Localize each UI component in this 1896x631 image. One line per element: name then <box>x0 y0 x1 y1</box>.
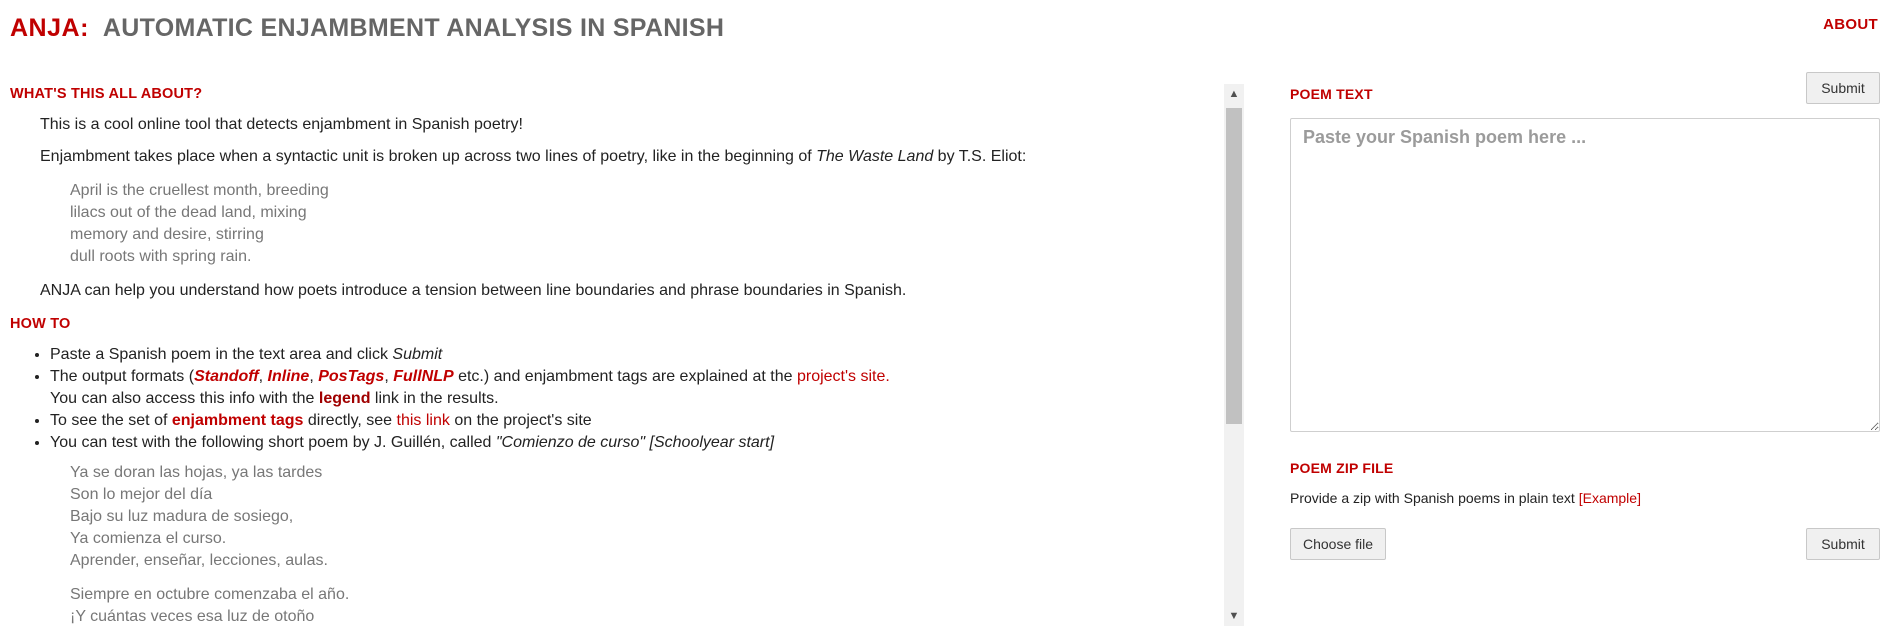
poem-title: "Comienzo de curso" [Schoolyear start] <box>495 434 775 451</box>
howto-item: Paste a Spanish poem in the text area an… <box>50 344 1210 366</box>
about-link[interactable]: ABOUT <box>1823 16 1878 33</box>
howto-text: You can also access this info with the <box>50 390 319 407</box>
brand-title: ANJA: <box>10 14 89 42</box>
verse-line: Ya se doran las hojas, ya las tardes <box>70 464 323 481</box>
info-panel: WHAT'S THIS ALL ABOUT? This is a cool on… <box>0 80 1244 626</box>
format-fullnlp: FullNLP <box>393 368 454 385</box>
howto-item: To see the set of enjambment tags direct… <box>50 410 1210 432</box>
submit-mention: Submit <box>392 346 443 363</box>
scroll-down-arrow-icon[interactable]: ▼ <box>1224 606 1244 626</box>
format-inline: Inline <box>267 368 310 385</box>
scrollbar[interactable]: ▲ ▼ <box>1224 84 1244 626</box>
eliot-verse: April is the cruellest month, breeding l… <box>70 180 1210 268</box>
verse-line: Bajo su luz madura de sosiego, <box>70 508 294 525</box>
intro-paragraph-2: Enjambment takes place when a syntactic … <box>40 146 1210 168</box>
howto-item: You can test with the following short po… <box>50 432 1210 454</box>
howto-text: directly, see <box>303 412 397 429</box>
intro-text: Enjambment takes place when a syntactic … <box>40 148 817 165</box>
header: ANJA: AUTOMATIC ENJAMBMENT ANALYSIS IN S… <box>10 14 724 54</box>
howto-text: To see the set of <box>50 412 172 429</box>
howto-list: Paste a Spanish poem in the text area an… <box>10 344 1210 454</box>
scroll-up-arrow-icon[interactable]: ▲ <box>1224 84 1244 104</box>
separator: , <box>384 368 394 385</box>
howto-text: The output formats ( <box>50 368 195 385</box>
zip-desc-text: Provide a zip with Spanish poems in plai… <box>1290 490 1579 506</box>
verse-line: Aprender, enseñar, lecciones, aulas. <box>70 552 328 569</box>
guillen-stanza-1: Ya se doran las hojas, ya las tardes Son… <box>70 462 1210 572</box>
verse-line: Ya comienza el curso. <box>70 530 227 547</box>
howto-text: You can test with the following short po… <box>50 434 496 451</box>
format-standoff: Standoff <box>194 368 259 385</box>
intro-text: by T.S. Eliot: <box>933 148 1027 165</box>
project-site-link[interactable]: project's site. <box>797 368 890 385</box>
howto-text: on the project's site <box>449 412 592 429</box>
howto-text: link in the results. <box>370 390 499 407</box>
verse-line: Son lo mejor del día <box>70 486 213 503</box>
poem-zip-label: POEM ZIP FILE <box>1290 460 1394 476</box>
howto-text: etc.) and enjambment tags are explained … <box>453 368 797 385</box>
separator: , <box>309 368 319 385</box>
submit-text-button[interactable]: Submit <box>1806 72 1880 104</box>
enjambment-tags-mention: enjambment tags <box>171 412 304 429</box>
intro-paragraph-1: This is a cool online tool that detects … <box>40 116 523 133</box>
verse-line: April is the cruellest month, breeding <box>70 182 329 199</box>
separator: , <box>258 368 268 385</box>
howto-title: HOW TO <box>10 316 71 332</box>
poem-textarea[interactable] <box>1290 118 1880 432</box>
tags-link[interactable]: this link <box>397 412 450 429</box>
format-postags: PosTags <box>318 368 385 385</box>
legend-mention: legend <box>318 390 371 407</box>
howto-text: Paste a Spanish poem in the text area an… <box>50 346 393 363</box>
intro-paragraph-3: ANJA can help you understand how poets i… <box>40 282 907 299</box>
zip-description: Provide a zip with Spanish poems in plai… <box>1290 490 1641 506</box>
verse-line: memory and desire, stirring <box>70 226 264 243</box>
verse-line: dull roots with spring rain. <box>70 248 252 265</box>
choose-file-button[interactable]: Choose file <box>1290 528 1386 560</box>
guillen-stanza-2: Siempre en octubre comenzaba el año. ¡Y … <box>70 584 1210 626</box>
example-link[interactable]: [Example] <box>1579 490 1641 506</box>
submit-zip-button[interactable]: Submit <box>1806 528 1880 560</box>
poem-text-label: POEM TEXT <box>1290 86 1373 102</box>
page-subtitle: AUTOMATIC ENJAMBMENT ANALYSIS IN SPANISH <box>102 14 725 42</box>
intro-title: WHAT'S THIS ALL ABOUT? <box>10 86 203 102</box>
waste-land-title: The Waste Land <box>816 148 934 165</box>
verse-line: ¡Y cuántas veces esa luz de otoño <box>70 608 315 625</box>
scroll-thumb[interactable] <box>1226 108 1242 424</box>
howto-item: The output formats (Standoff, Inline, Po… <box>50 366 1210 410</box>
verse-line: lilacs out of the dead land, mixing <box>70 204 307 221</box>
verse-line: Siempre en octubre comenzaba el año. <box>70 586 350 603</box>
